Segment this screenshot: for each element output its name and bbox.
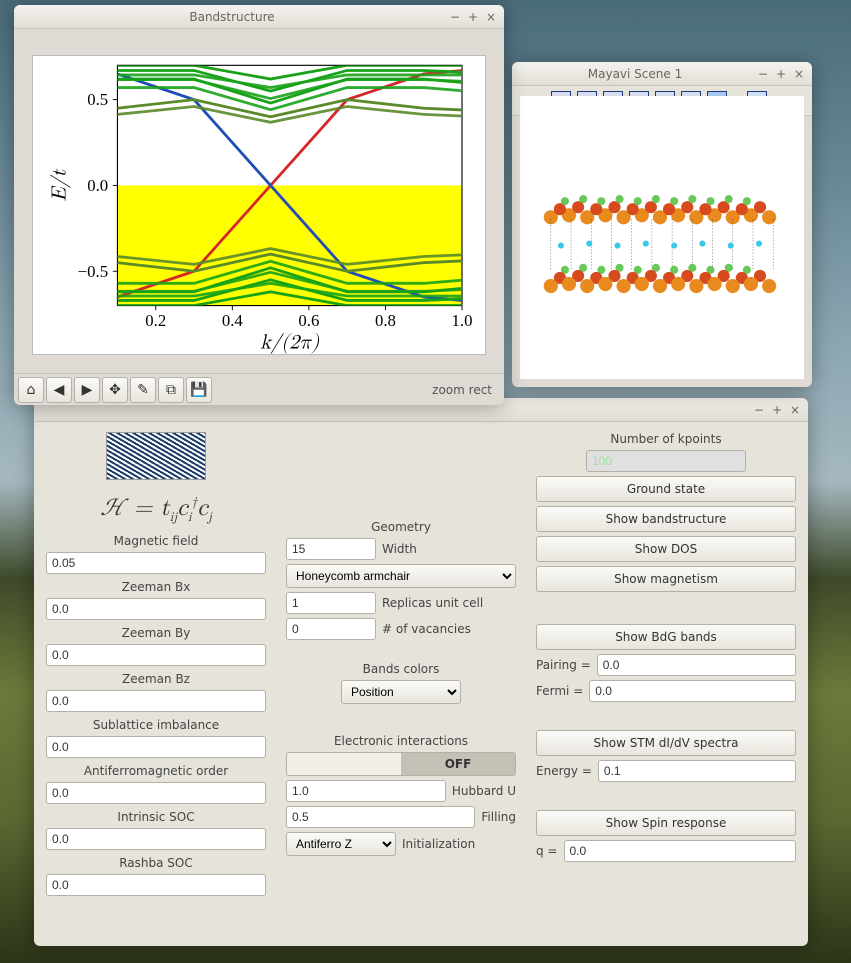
svg-text:0.4: 0.4 — [222, 311, 244, 330]
maximize-icon[interactable]: + — [466, 10, 480, 24]
show-stm-button[interactable]: Show STM dI/dV spectra — [536, 730, 796, 756]
pairing-input[interactable] — [597, 654, 796, 676]
zeeman-by-label: Zeeman By — [46, 626, 266, 640]
mayavi-window: Mayavi Scene 1 − + × ➤ X X Y Y Z Z ▦ ≡ — [512, 62, 812, 387]
mayavi-titlebar[interactable]: Mayavi Scene 1 − + × — [512, 62, 812, 86]
hubbard-label: Hubbard U — [452, 784, 516, 798]
svg-text:0.5: 0.5 — [87, 90, 108, 109]
home-icon[interactable]: ⌂ — [18, 377, 44, 403]
column-left: ℋ = tijci†cj Magnetic field Zeeman Bx Ze… — [46, 430, 266, 896]
show-dos-button[interactable]: Show DOS — [536, 536, 796, 562]
svg-text:0.6: 0.6 — [298, 311, 319, 330]
sublattice-label: Sublattice imbalance — [46, 718, 266, 732]
minimize-icon[interactable]: − — [752, 403, 766, 417]
zeeman-by-input[interactable] — [46, 644, 266, 666]
energy-input[interactable] — [598, 760, 796, 782]
zeeman-bx-label: Zeeman Bx — [46, 580, 266, 594]
maximize-icon[interactable]: + — [770, 403, 784, 417]
back-icon[interactable]: ◀ — [46, 377, 72, 403]
mayavi-3d-view[interactable] — [520, 96, 804, 379]
bandstructure-window: Bandstructure − + × 0.20.40.60.81.0−0.50… — [14, 5, 504, 405]
fermi-label: Fermi = — [536, 684, 583, 698]
magnetic-field-label: Magnetic field — [46, 534, 266, 548]
control-body: ℋ = tijci†cj Magnetic field Zeeman Bx Ze… — [34, 422, 808, 910]
maximize-icon[interactable]: + — [774, 67, 788, 81]
svg-text:E/t: E/t — [48, 168, 71, 201]
q-label: q = — [536, 844, 558, 858]
svg-text:−0.5: −0.5 — [78, 262, 108, 281]
filling-label: Filling — [481, 810, 516, 824]
width-input[interactable] — [286, 538, 376, 560]
afm-input[interactable] — [46, 782, 266, 804]
zeeman-bx-input[interactable] — [46, 598, 266, 620]
svg-text:k/(2π): k/(2π) — [260, 331, 320, 354]
width-label: Width — [382, 542, 417, 556]
edit-icon[interactable]: ✎ — [130, 377, 156, 403]
vacancies-label: # of vacancies — [382, 622, 471, 636]
eint-toggle-off: OFF — [401, 753, 515, 775]
magnetic-field-input[interactable] — [46, 552, 266, 574]
column-middle: Geometry Width Honeycomb armchair Replic… — [286, 430, 516, 896]
mayavi-title: Mayavi Scene 1 — [518, 67, 752, 81]
mpl-status: zoom rect — [432, 383, 500, 397]
forward-icon[interactable]: ▶ — [74, 377, 100, 403]
pan-icon[interactable]: ✥ — [102, 377, 128, 403]
close-icon[interactable]: × — [792, 67, 806, 81]
isoc-label: Intrinsic SOC — [46, 810, 266, 824]
bands-color-select[interactable]: Position — [341, 680, 461, 704]
geometry-label: Geometry — [286, 520, 516, 534]
show-bands-button[interactable]: Show bandstructure — [536, 506, 796, 532]
column-right: Number of kpoints Ground state Show band… — [536, 430, 796, 896]
svg-text:0.2: 0.2 — [145, 311, 166, 330]
hamiltonian-equation: ℋ = tijci†cj — [46, 496, 266, 524]
ground-state-button[interactable]: Ground state — [536, 476, 796, 502]
vacancies-input[interactable] — [286, 618, 376, 640]
minimize-icon[interactable]: − — [756, 67, 770, 81]
lattice-select[interactable]: Honeycomb armchair — [286, 564, 516, 588]
svg-text:0.0: 0.0 — [87, 176, 108, 195]
nk-input[interactable] — [586, 450, 746, 472]
zeeman-bz-input[interactable] — [46, 690, 266, 712]
lattice-thumbnail — [106, 432, 206, 480]
svg-text:0.8: 0.8 — [375, 311, 396, 330]
bandstructure-svg: 0.2 0.4 0.6 0.8 1.0 −0.5 0.0 0.5 k/(2π) E/t — [33, 56, 485, 354]
eint-label: Electronic interactions — [286, 734, 516, 748]
mpl-toolbar: ⌂ ◀ ▶ ✥ ✎ ⧉ 💾 zoom rect — [14, 373, 504, 405]
replicas-input[interactable] — [286, 592, 376, 614]
close-icon[interactable]: × — [788, 403, 802, 417]
save-icon[interactable]: 💾 — [186, 377, 212, 403]
eint-toggle-on — [287, 753, 401, 775]
bs-title: Bandstructure — [20, 10, 444, 24]
svg-text:1.0: 1.0 — [452, 311, 473, 330]
rsoc-label: Rashba SOC — [46, 856, 266, 870]
control-panel-window: − + × ℋ = tijci†cj Magnetic field Zeeman… — [34, 398, 808, 946]
sublattice-input[interactable] — [46, 736, 266, 758]
show-bdg-button[interactable]: Show BdG bands — [536, 624, 796, 650]
q-input[interactable] — [564, 840, 797, 862]
fermi-input[interactable] — [589, 680, 796, 702]
hubbard-input[interactable] — [286, 780, 446, 802]
isoc-input[interactable] — [46, 828, 266, 850]
init-label: Initialization — [402, 837, 475, 851]
minimize-icon[interactable]: − — [448, 10, 462, 24]
rsoc-input[interactable] — [46, 874, 266, 896]
replicas-label: Replicas unit cell — [382, 596, 483, 610]
afm-label: Antiferromagnetic order — [46, 764, 266, 778]
show-spin-button[interactable]: Show Spin response — [536, 810, 796, 836]
close-icon[interactable]: × — [484, 10, 498, 24]
eint-toggle[interactable]: OFF — [286, 752, 516, 776]
nk-label: Number of kpoints — [536, 432, 796, 446]
bands-color-label: Bands colors — [286, 662, 516, 676]
subplots-icon[interactable]: ⧉ — [158, 377, 184, 403]
pairing-label: Pairing = — [536, 658, 591, 672]
show-magnetism-button[interactable]: Show magnetism — [536, 566, 796, 592]
bs-titlebar[interactable]: Bandstructure − + × — [14, 5, 504, 29]
filling-input[interactable] — [286, 806, 475, 828]
init-select[interactable]: Antiferro Z — [286, 832, 396, 856]
energy-label: Energy = — [536, 764, 592, 778]
bandstructure-plot[interactable]: 0.2 0.4 0.6 0.8 1.0 −0.5 0.0 0.5 k/(2π) E/t — [32, 55, 486, 355]
zeeman-bz-label: Zeeman Bz — [46, 672, 266, 686]
